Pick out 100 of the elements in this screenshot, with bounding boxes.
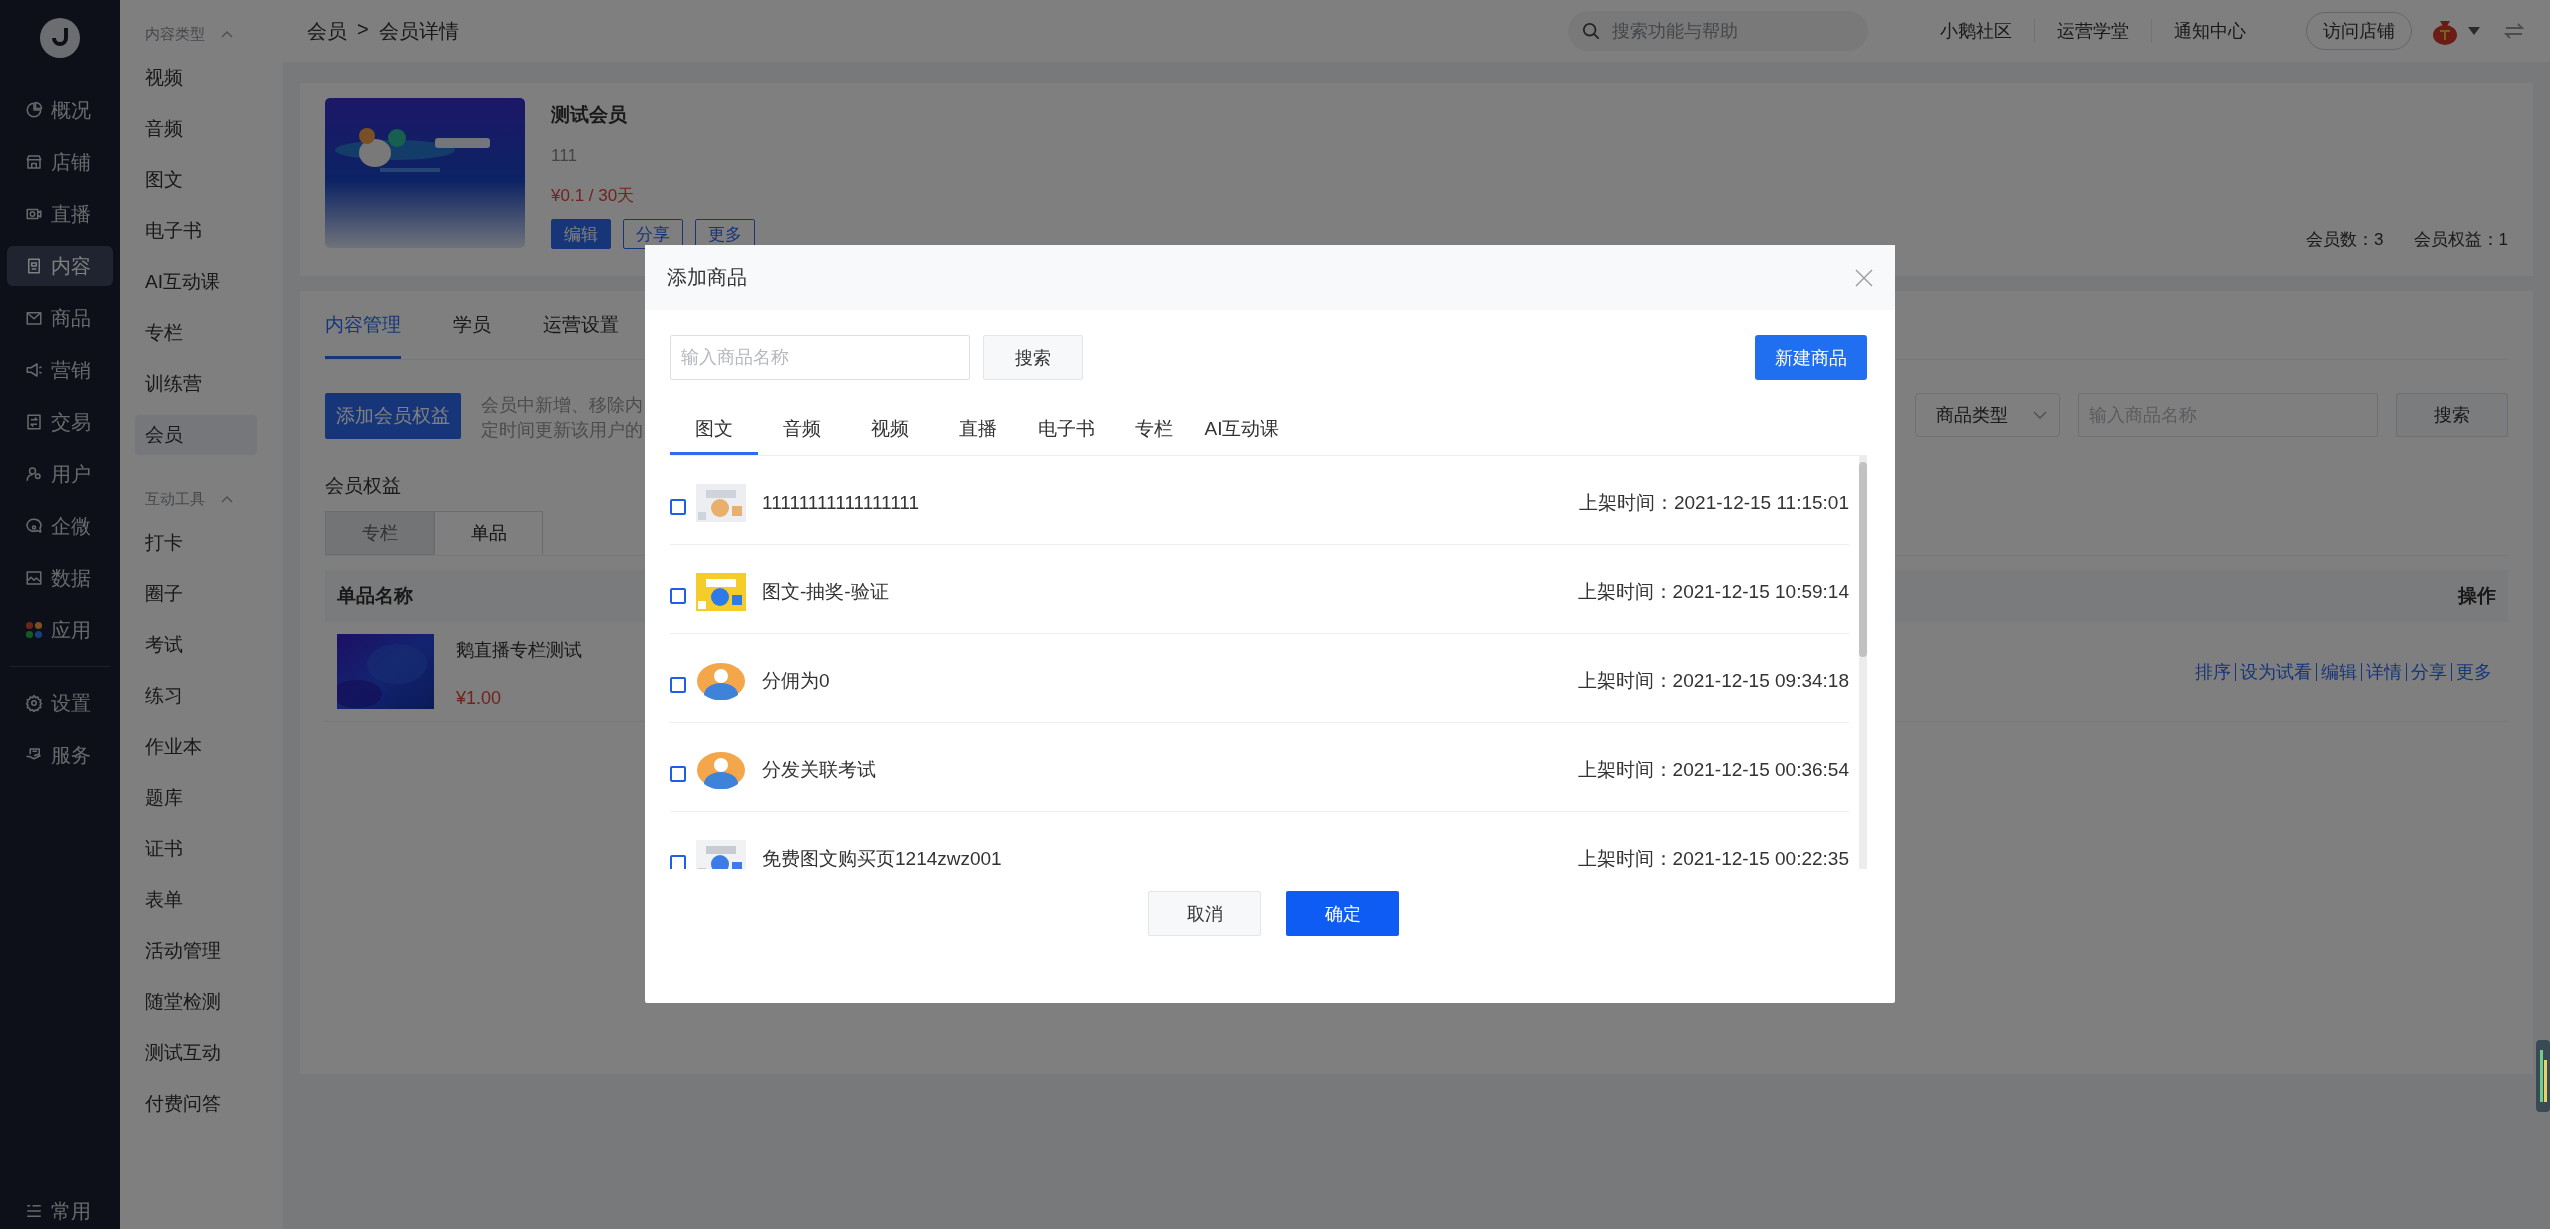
checkbox[interactable]: [670, 677, 686, 693]
subnav-item[interactable]: 考试: [135, 625, 257, 665]
scrollbar[interactable]: [1859, 456, 1867, 869]
subnav-item[interactable]: 练习: [135, 676, 257, 716]
header-link[interactable]: 通知中心: [2151, 19, 2268, 43]
outline-button[interactable]: 分享: [623, 219, 683, 249]
action-link[interactable]: 更多: [2451, 662, 2496, 681]
nav-item[interactable]: 交易: [7, 402, 113, 442]
nav-item[interactable]: 数据: [7, 558, 113, 598]
tab[interactable]: 视频: [846, 405, 934, 455]
action-link[interactable]: 编辑: [2316, 662, 2361, 681]
primary-button[interactable]: 编辑: [551, 219, 611, 249]
close-icon[interactable]: [1855, 268, 1873, 287]
tab[interactable]: 音频: [758, 405, 846, 455]
subnav-item[interactable]: 圈子: [135, 574, 257, 614]
nav-item[interactable]: 设置: [7, 683, 113, 723]
breadcrumb-item: 会员详情: [378, 18, 459, 44]
subnav-item[interactable]: 付费问答: [135, 1084, 257, 1124]
header-link[interactable]: 小鹅社区: [1918, 19, 2034, 43]
subnav-item[interactable]: 测试互动: [135, 1033, 257, 1073]
action-link[interactable]: 排序: [2191, 662, 2235, 681]
tab[interactable]: 学员: [453, 291, 491, 359]
tab[interactable]: 专栏: [1110, 405, 1198, 455]
product-title: 图文-抽奖-验证: [762, 580, 890, 604]
action-link[interactable]: 设为试看: [2235, 662, 2316, 681]
search-icon: [1582, 22, 1600, 40]
nav-item[interactable]: 直播: [7, 194, 113, 234]
nav-item[interactable]: 商品: [7, 298, 113, 338]
caret-up-icon[interactable]: [221, 30, 233, 38]
search-button[interactable]: 搜索: [983, 335, 1083, 380]
swap-icon[interactable]: [2504, 23, 2524, 39]
tab[interactable]: 电子书: [1022, 405, 1110, 455]
create-product-button[interactable]: 新建商品: [1755, 335, 1867, 380]
type-select[interactable]: 商品类型: [1915, 393, 2060, 437]
breadcrumb-item[interactable]: 会员: [307, 17, 347, 45]
user-icon: [25, 465, 43, 483]
side-panel-tab[interactable]: [2536, 1040, 2550, 1112]
subnav-item[interactable]: 电子书: [135, 211, 257, 251]
member-title: 测试会员: [551, 103, 628, 127]
subnav-item[interactable]: 专栏: [135, 313, 257, 353]
tab[interactable]: 图文: [670, 405, 758, 455]
subnav-item[interactable]: 音频: [135, 109, 257, 149]
search-field[interactable]: 输入商品名称: [670, 335, 970, 380]
caret-up-icon[interactable]: [221, 495, 233, 503]
subnav-item[interactable]: 训练营: [135, 364, 257, 404]
subnav-item[interactable]: 表单: [135, 880, 257, 920]
tab[interactable]: AI互动课: [1198, 405, 1286, 455]
tab[interactable]: 内容管理: [325, 291, 401, 359]
search-button[interactable]: 搜索: [2396, 393, 2508, 437]
subnav-item[interactable]: 随堂检测: [135, 982, 257, 1022]
nav-item[interactable]: 用户: [7, 454, 113, 494]
checkbox[interactable]: [670, 855, 686, 869]
column-header: 操作: [2458, 584, 2496, 608]
checkbox[interactable]: [670, 588, 686, 604]
cancel-button[interactable]: 取消: [1148, 891, 1261, 936]
subnav-item[interactable]: 会员: [135, 415, 257, 455]
list-icon: [25, 1202, 43, 1220]
product-title: 11111111111111111: [762, 492, 921, 514]
nav-item[interactable]: 服务: [7, 735, 113, 775]
subnav-item[interactable]: 证书: [135, 829, 257, 869]
product-title: 鹅直播专栏测试: [456, 639, 582, 662]
nav-item[interactable]: 内容: [7, 246, 113, 286]
gear-icon: [25, 694, 43, 712]
caret-down-icon[interactable]: [2468, 27, 2480, 35]
exchange-icon: [25, 413, 43, 431]
nav-item[interactable]: 店铺: [7, 142, 113, 182]
subnav-item[interactable]: 图文: [135, 160, 257, 200]
dialog-title: 添加商品: [667, 265, 747, 290]
add-benefit-button[interactable]: 添加会员权益: [325, 393, 461, 439]
action-link[interactable]: 详情: [2361, 662, 2406, 681]
nav-item[interactable]: 企微: [7, 506, 113, 546]
store-icon: [25, 153, 43, 171]
nav-item[interactable]: 营销: [7, 350, 113, 390]
subnav-item[interactable]: 视频: [135, 58, 257, 98]
subnav-item[interactable]: 作业本: [135, 727, 257, 767]
subnav-item[interactable]: 题库: [135, 778, 257, 818]
tab[interactable]: 运营设置: [543, 291, 619, 359]
publish-time: 上架时间：2021-12-15 00:36:54: [1577, 758, 1849, 782]
action-link[interactable]: 分享: [2406, 662, 2451, 681]
publish-time: 上架时间：2021-12-15 09:34:18: [1577, 669, 1849, 693]
tab[interactable]: 专栏: [325, 511, 434, 555]
section-title: 会员权益: [325, 474, 402, 498]
nav-item[interactable]: 常用: [7, 1193, 113, 1229]
subnav-item[interactable]: AI互动课: [135, 262, 257, 302]
chevron-down-icon: [2033, 411, 2047, 419]
tab[interactable]: 直播: [934, 405, 1022, 455]
avatar-icon: [696, 751, 746, 789]
header-link[interactable]: 运营学堂: [2034, 19, 2151, 43]
checkbox[interactable]: [670, 766, 686, 782]
member-price: ¥0.1 / 30天: [551, 185, 636, 207]
subnav-item[interactable]: 活动管理: [135, 931, 257, 971]
confirm-button[interactable]: 确定: [1286, 891, 1399, 936]
checkbox[interactable]: [670, 499, 686, 515]
nav-item[interactable]: 概况: [7, 90, 113, 130]
logo-icon: [40, 18, 80, 58]
nav-item[interactable]: 应用: [7, 610, 113, 650]
visit-store-button[interactable]: 访问店铺: [2306, 12, 2412, 50]
pie-chart-icon: [25, 101, 43, 119]
tab[interactable]: 单品: [434, 511, 543, 555]
subnav-item[interactable]: 打卡: [135, 523, 257, 563]
